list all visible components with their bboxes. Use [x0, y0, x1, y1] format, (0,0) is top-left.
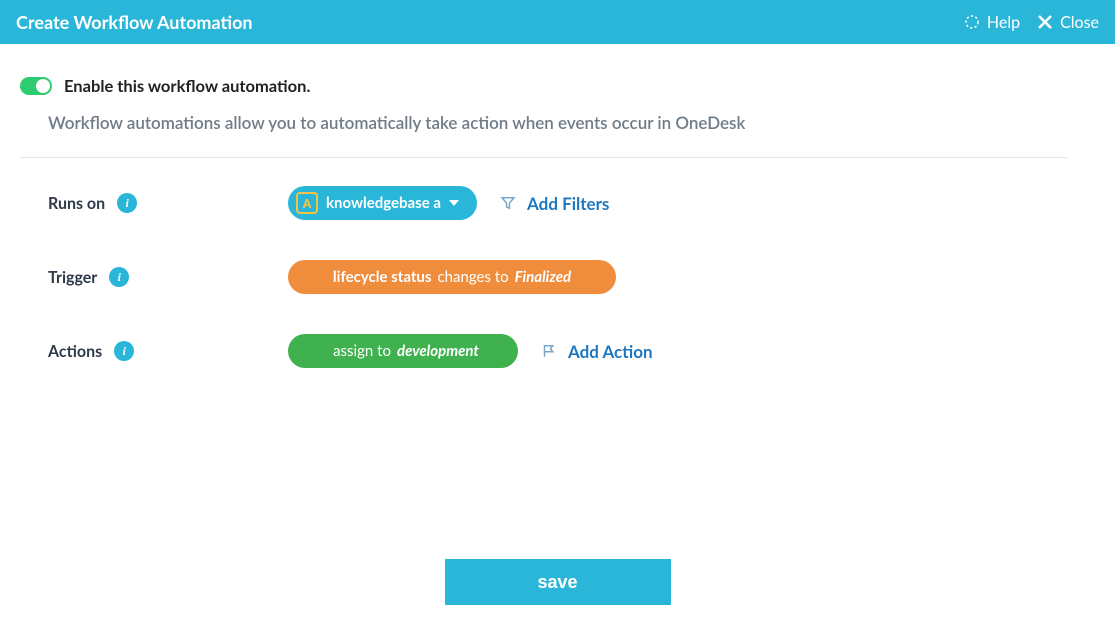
action-target: development	[397, 342, 479, 360]
automation-description: Workflow automations allow you to automa…	[20, 112, 1067, 158]
add-filters-label: Add Filters	[527, 193, 609, 214]
action-pill[interactable]: assign to development	[288, 334, 518, 368]
filter-icon	[499, 194, 517, 212]
trigger-field: lifecycle status	[333, 268, 432, 286]
close-icon	[1036, 13, 1054, 31]
close-label: Close	[1060, 13, 1099, 32]
enable-toggle-row: Enable this workflow automation.	[20, 76, 1067, 96]
close-button[interactable]: Close	[1036, 13, 1099, 32]
save-button[interactable]: save	[445, 559, 671, 605]
trigger-label-group: Trigger i	[48, 267, 288, 287]
info-icon[interactable]: i	[117, 193, 137, 213]
runs-on-label-group: Runs on i	[48, 193, 288, 213]
enable-toggle-label: Enable this workflow automation.	[64, 76, 310, 96]
help-label: Help	[987, 13, 1020, 32]
actions-row: Actions i assign to development Add Acti…	[48, 334, 1067, 368]
knowledgebase-icon: A	[296, 192, 318, 214]
trigger-label: Trigger	[48, 268, 97, 287]
runs-on-value-text: knowledgebase a	[326, 194, 441, 212]
add-action-label: Add Action	[568, 341, 653, 362]
runs-on-label: Runs on	[48, 194, 105, 213]
runs-on-row: Runs on i A knowledgebase a Add Filters	[48, 186, 1067, 220]
actions-label-group: Actions i	[48, 341, 288, 361]
runs-on-selector[interactable]: A knowledgebase a	[288, 186, 477, 220]
enable-toggle[interactable]	[20, 77, 52, 95]
header-actions: Help Close	[963, 13, 1099, 32]
chevron-down-icon	[449, 200, 459, 206]
trigger-pill[interactable]: lifecycle status changes to Finalized	[288, 260, 616, 294]
trigger-value: lifecycle status changes to Finalized	[288, 260, 616, 294]
flag-icon	[540, 342, 558, 360]
info-icon[interactable]: i	[114, 341, 134, 361]
trigger-row: Trigger i lifecycle status changes to Fi…	[48, 260, 1067, 294]
dialog-body: Enable this workflow automation. Workflo…	[0, 44, 1115, 428]
automation-config: Runs on i A knowledgebase a Add Filters …	[20, 186, 1067, 368]
add-action-button[interactable]: Add Action	[540, 341, 653, 362]
help-icon	[963, 13, 981, 31]
actions-value: assign to development Add Action	[288, 334, 653, 368]
runs-on-value: A knowledgebase a Add Filters	[288, 186, 609, 220]
add-filters-button[interactable]: Add Filters	[499, 193, 609, 214]
dialog-title: Create Workflow Automation	[16, 11, 253, 33]
actions-label: Actions	[48, 342, 102, 361]
help-button[interactable]: Help	[963, 13, 1020, 32]
info-icon[interactable]: i	[109, 267, 129, 287]
trigger-operator: changes to	[437, 268, 508, 286]
dialog-footer: save	[0, 559, 1115, 605]
dialog-header: Create Workflow Automation Help Close	[0, 0, 1115, 44]
action-name: assign to	[333, 342, 391, 360]
trigger-target: Finalized	[515, 268, 571, 286]
